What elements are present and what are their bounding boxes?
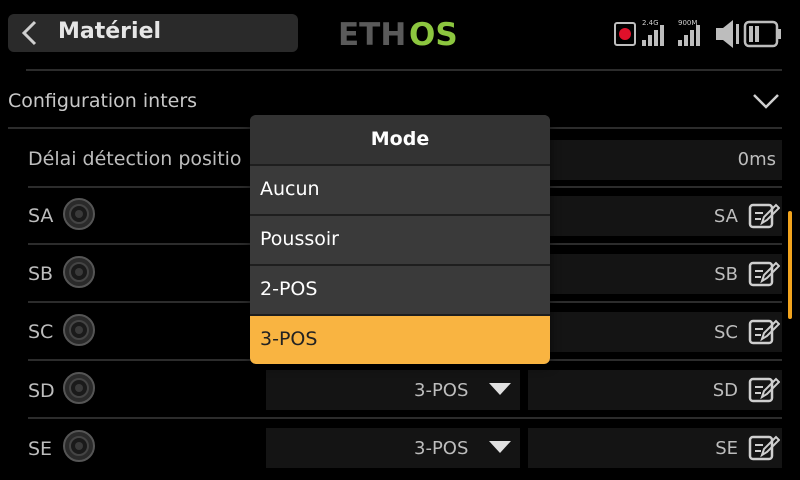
chevron-down-icon[interactable] xyxy=(752,90,780,112)
switch-label-sa: SA xyxy=(28,205,54,227)
divider xyxy=(26,69,782,71)
switch-name-sb: SB xyxy=(714,264,738,285)
logo-text-left: ETH xyxy=(338,17,406,52)
switch-3pos-icon xyxy=(63,372,95,404)
top-bar: Matériel ETH OS 2.4G 900M xyxy=(0,0,800,66)
dropdown-arrow-icon xyxy=(489,441,511,453)
switch-3pos-icon xyxy=(63,198,95,230)
scrollbar[interactable] xyxy=(788,211,792,319)
option-3-pos[interactable]: 3-POS xyxy=(250,314,550,364)
status-area: 2.4G 900M xyxy=(612,14,788,52)
edit-icon[interactable] xyxy=(748,433,780,463)
dialog-title: Mode xyxy=(250,115,550,165)
divider xyxy=(28,417,782,419)
switch-3pos-icon xyxy=(63,314,95,346)
ethos-logo: ETH OS xyxy=(338,17,458,52)
edit-icon[interactable] xyxy=(748,375,780,405)
chevron-left-icon xyxy=(21,20,37,46)
switch-label-sb: SB xyxy=(28,263,54,285)
switch-name-se: SE xyxy=(715,438,738,459)
switch-name-sc: SC xyxy=(714,322,738,343)
switch-label-se: SE xyxy=(28,438,53,460)
edit-icon[interactable] xyxy=(748,317,780,347)
option-aucun[interactable]: Aucun xyxy=(250,164,550,213)
record-icon xyxy=(614,22,636,46)
section-title[interactable]: Configuration inters xyxy=(8,90,197,112)
switch-label-sc: SC xyxy=(28,321,54,343)
detect-delay-value: 0ms xyxy=(737,149,776,170)
detect-delay-label: Délai détection positio xyxy=(28,148,242,170)
mode-value-se: 3-POS xyxy=(414,438,469,459)
switch-name-sd: SD xyxy=(712,380,738,401)
mode-dropdown-sd[interactable] xyxy=(266,370,520,410)
battery-icon xyxy=(743,20,781,48)
signal-2-label: 900M xyxy=(678,19,697,27)
edit-icon[interactable] xyxy=(748,259,780,289)
page-title: Matériel xyxy=(58,19,162,44)
back-button[interactable] xyxy=(8,14,48,52)
mode-picker-dialog: Mode Aucun Poussoir 2-POS 3-POS xyxy=(250,115,550,364)
mode-dropdown-se[interactable] xyxy=(266,428,520,468)
dropdown-arrow-icon xyxy=(489,383,511,395)
signal-2-4g-icon: 2.4G xyxy=(642,19,664,46)
switch-name-sa: SA xyxy=(713,206,738,227)
speaker-icon xyxy=(716,20,739,48)
switch-3pos-icon xyxy=(63,256,95,288)
option-poussoir[interactable]: Poussoir xyxy=(250,214,550,263)
logo-text-right: OS xyxy=(409,17,458,52)
option-2-pos[interactable]: 2-POS xyxy=(250,264,550,313)
switch-label-sd: SD xyxy=(28,380,55,402)
mode-value-sd: 3-POS xyxy=(414,380,469,401)
signal-1-label: 2.4G xyxy=(642,19,659,27)
switch-3pos-icon xyxy=(63,430,95,462)
signal-900m-icon: 900M xyxy=(678,19,700,46)
edit-icon[interactable] xyxy=(748,201,780,231)
